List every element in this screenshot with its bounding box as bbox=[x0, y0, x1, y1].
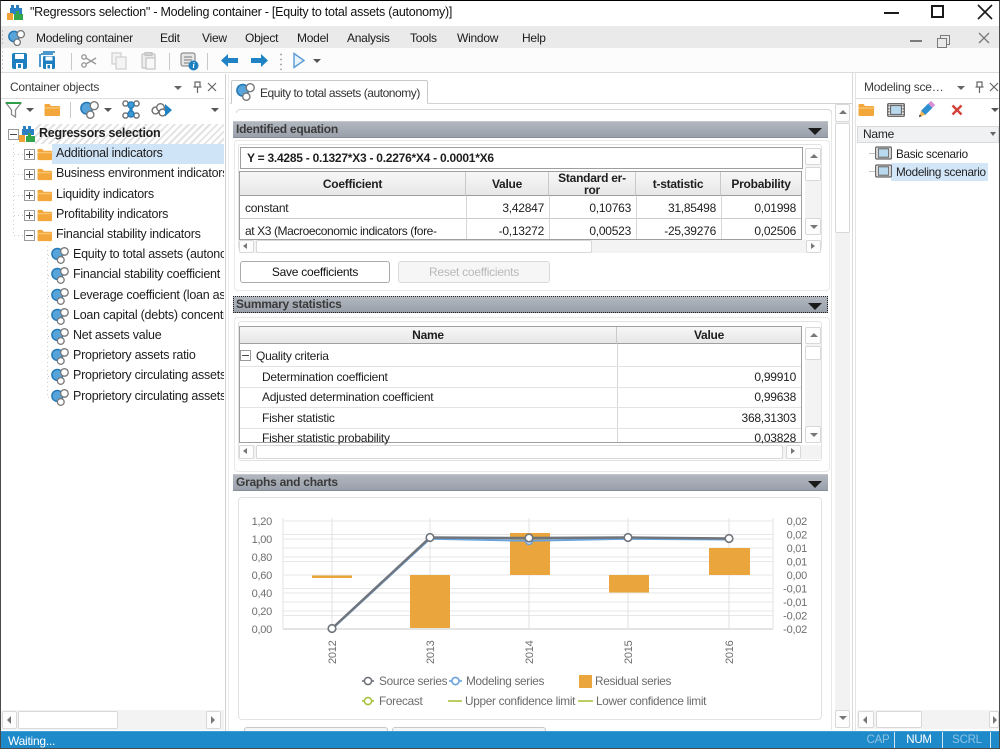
svg-text:2012: 2012 bbox=[327, 640, 339, 664]
svg-text:-0,01: -0,01 bbox=[783, 584, 807, 596]
svg-text:-0,02: -0,02 bbox=[783, 624, 807, 636]
svg-text:Lower confidence limit: Lower confidence limit bbox=[596, 694, 707, 708]
svg-text:1,20: 1,20 bbox=[252, 516, 273, 528]
svg-text:0,01: 0,01 bbox=[787, 557, 808, 569]
svg-text:Forecast: Forecast bbox=[379, 694, 424, 708]
svg-text:Residual series: Residual series bbox=[595, 674, 672, 688]
svg-text:-0,01: -0,01 bbox=[783, 597, 807, 609]
svg-text:Source series: Source series bbox=[379, 674, 448, 688]
svg-text:2014: 2014 bbox=[524, 640, 536, 664]
svg-text:Upper confidence limit: Upper confidence limit bbox=[465, 694, 576, 708]
svg-text:0,01: 0,01 bbox=[787, 543, 808, 555]
svg-text:0,02: 0,02 bbox=[787, 516, 808, 528]
svg-text:0,40: 0,40 bbox=[252, 588, 273, 600]
svg-text:0,02: 0,02 bbox=[787, 530, 808, 542]
svg-text:0,80: 0,80 bbox=[252, 552, 273, 564]
svg-text:0,00: 0,00 bbox=[787, 570, 808, 582]
svg-text:2016: 2016 bbox=[724, 640, 736, 664]
svg-text:-0,02: -0,02 bbox=[783, 611, 807, 623]
svg-text:2013: 2013 bbox=[425, 640, 437, 664]
svg-text:0,20: 0,20 bbox=[252, 606, 273, 618]
svg-text:0,60: 0,60 bbox=[252, 570, 273, 582]
svg-text:Modeling series: Modeling series bbox=[466, 674, 545, 688]
svg-text:0,00: 0,00 bbox=[252, 624, 273, 636]
svg-text:1,00: 1,00 bbox=[252, 534, 273, 546]
svg-text:2015: 2015 bbox=[623, 640, 635, 664]
